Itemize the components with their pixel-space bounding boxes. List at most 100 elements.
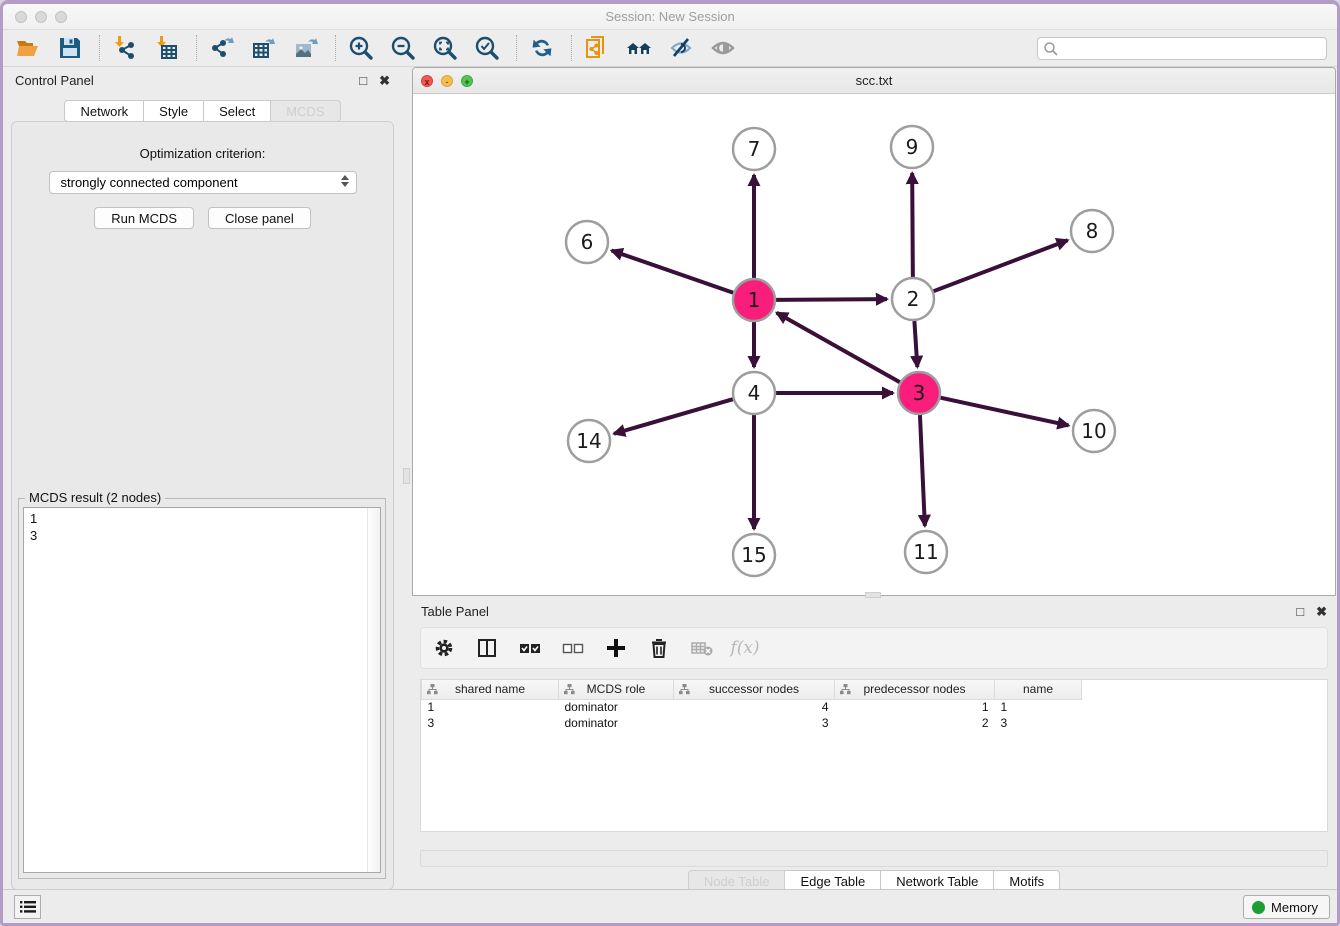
- run-mcds-button[interactable]: Run MCDS: [94, 207, 194, 229]
- mcds-result-list[interactable]: 1 3: [23, 507, 381, 873]
- show-columns-icon[interactable]: [474, 635, 500, 661]
- save-session-icon[interactable]: [55, 33, 85, 63]
- svg-text:11: 11: [913, 540, 938, 564]
- table-cell[interactable]: 2: [835, 715, 995, 731]
- home-layout-icon[interactable]: [624, 33, 654, 63]
- edge-3-1[interactable]: [777, 313, 900, 382]
- select-chevrons-icon: [341, 175, 349, 187]
- table-float-panel-icon[interactable]: □: [1296, 605, 1304, 618]
- memory-button[interactable]: Memory: [1243, 895, 1330, 919]
- table-panel: Table Panel □ ✖: [412, 599, 1336, 894]
- node-table-grid[interactable]: shared nameMCDS rolesuccessor nodesprede…: [421, 680, 1082, 731]
- table-row[interactable]: 3dominator323: [422, 715, 1082, 731]
- select-all-icon[interactable]: [517, 635, 543, 661]
- table-cell[interactable]: 3: [995, 715, 1082, 731]
- task-history-button[interactable]: [14, 895, 41, 919]
- svg-text:1: 1: [748, 288, 761, 312]
- close-panel-icon[interactable]: ✖: [379, 74, 390, 87]
- graph-node-11[interactable]: 11: [905, 531, 947, 573]
- graph-node-6[interactable]: 6: [566, 221, 608, 263]
- zoom-fit-icon[interactable]: [430, 33, 460, 63]
- table-cell[interactable]: 4: [674, 699, 835, 715]
- svg-text:14: 14: [576, 429, 601, 453]
- control-tab-network[interactable]: Network: [64, 100, 144, 122]
- table-horizontal-scrollbar[interactable]: [420, 850, 1328, 867]
- export-network-icon[interactable]: [207, 33, 237, 63]
- table-cell[interactable]: 3: [674, 715, 835, 731]
- table-close-panel-icon[interactable]: ✖: [1316, 605, 1327, 618]
- table-cell[interactable]: 1: [835, 699, 995, 715]
- import-table-icon[interactable]: [152, 33, 182, 63]
- edge-1-2[interactable]: [776, 299, 887, 300]
- svg-text:3: 3: [913, 381, 926, 405]
- search-icon: [1043, 41, 1059, 57]
- column-header-predecessor-nodes[interactable]: predecessor nodes: [835, 680, 995, 699]
- horizontal-splitter-handle[interactable]: [865, 592, 881, 598]
- zoom-in-icon[interactable]: [346, 33, 376, 63]
- float-panel-icon[interactable]: □: [359, 74, 367, 87]
- graph-node-3[interactable]: 3: [898, 372, 940, 414]
- column-header-name[interactable]: name: [995, 680, 1082, 699]
- delete-table-icon[interactable]: [689, 635, 715, 661]
- graph-node-8[interactable]: 8: [1071, 210, 1113, 252]
- search-input[interactable]: [1059, 42, 1326, 56]
- zoom-selected-icon[interactable]: [472, 33, 502, 63]
- network-graph[interactable]: 7 9 6 8 1 2 4 3 14 10 15 11: [413, 94, 1335, 596]
- table-cell[interactable]: 1: [995, 699, 1082, 715]
- result-scrollbar[interactable]: [367, 508, 380, 872]
- graph-node-9[interactable]: 9: [891, 126, 933, 168]
- search-field[interactable]: [1037, 37, 1327, 60]
- graph-node-15[interactable]: 15: [733, 534, 775, 576]
- hide-graphics-icon[interactable]: [666, 33, 696, 63]
- network-window-titlebar[interactable]: x - + scc.txt: [413, 68, 1335, 94]
- graph-node-14[interactable]: 14: [568, 420, 610, 462]
- network-canvas[interactable]: 7 9 6 8 1 2 4 3 14 10 15 11: [413, 94, 1335, 595]
- control-tab-mcds[interactable]: MCDS: [271, 100, 340, 122]
- column-header-shared-name[interactable]: shared name: [422, 680, 559, 699]
- function-builder-icon[interactable]: f(x): [732, 635, 758, 661]
- control-tab-select[interactable]: Select: [204, 100, 271, 122]
- edge-1-6[interactable]: [612, 251, 734, 293]
- node-table[interactable]: shared nameMCDS rolesuccessor nodesprede…: [420, 679, 1328, 832]
- main-toolbar: [3, 30, 1337, 67]
- import-network-icon[interactable]: [110, 33, 140, 63]
- graph-node-10[interactable]: 10: [1073, 410, 1115, 452]
- control-tab-style[interactable]: Style: [144, 100, 204, 122]
- graph-node-7[interactable]: 7: [733, 128, 775, 170]
- copy-network-icon[interactable]: [582, 33, 612, 63]
- close-panel-button[interactable]: Close panel: [208, 207, 311, 229]
- table-cell[interactable]: dominator: [559, 699, 674, 715]
- zoom-out-icon[interactable]: [388, 33, 418, 63]
- deselect-all-icon[interactable]: [560, 635, 586, 661]
- export-table-icon[interactable]: [249, 33, 279, 63]
- edge-3-10[interactable]: [940, 398, 1068, 426]
- delete-column-icon[interactable]: [646, 635, 672, 661]
- table-cell[interactable]: dominator: [559, 715, 674, 731]
- svg-text:10: 10: [1081, 419, 1106, 443]
- show-graphics-icon[interactable]: [708, 33, 738, 63]
- optimization-criterion-select[interactable]: strongly connected component: [49, 171, 357, 194]
- open-session-icon[interactable]: [13, 33, 43, 63]
- mcds-result-groupbox: MCDS result (2 nodes) 1 3: [18, 498, 386, 879]
- graph-node-1[interactable]: 1: [733, 279, 775, 321]
- table-options-icon[interactable]: [431, 635, 457, 661]
- mcds-result-title: MCDS result (2 nodes): [25, 490, 165, 505]
- column-header-MCDS-role[interactable]: MCDS role: [559, 680, 674, 699]
- edge-4-14[interactable]: [614, 399, 733, 434]
- edge-3-11[interactable]: [920, 415, 925, 526]
- mcds-result-values: 1 3: [24, 508, 380, 546]
- refresh-icon[interactable]: [527, 33, 557, 63]
- graph-node-2[interactable]: 2: [892, 278, 934, 320]
- graph-node-4[interactable]: 4: [733, 372, 775, 414]
- table-cell[interactable]: 1: [422, 699, 559, 715]
- vertical-splitter-handle[interactable]: [403, 468, 410, 484]
- edge-2-3[interactable]: [914, 321, 917, 367]
- edge-2-8[interactable]: [934, 240, 1068, 291]
- toolbar-separator: [516, 35, 517, 61]
- add-column-icon[interactable]: [603, 635, 629, 661]
- column-header-successor-nodes[interactable]: successor nodes: [674, 680, 835, 699]
- export-image-icon[interactable]: [291, 33, 321, 63]
- table-row[interactable]: 1dominator411: [422, 699, 1082, 715]
- table-cell[interactable]: 3: [422, 715, 559, 731]
- edge-2-9[interactable]: [912, 173, 913, 277]
